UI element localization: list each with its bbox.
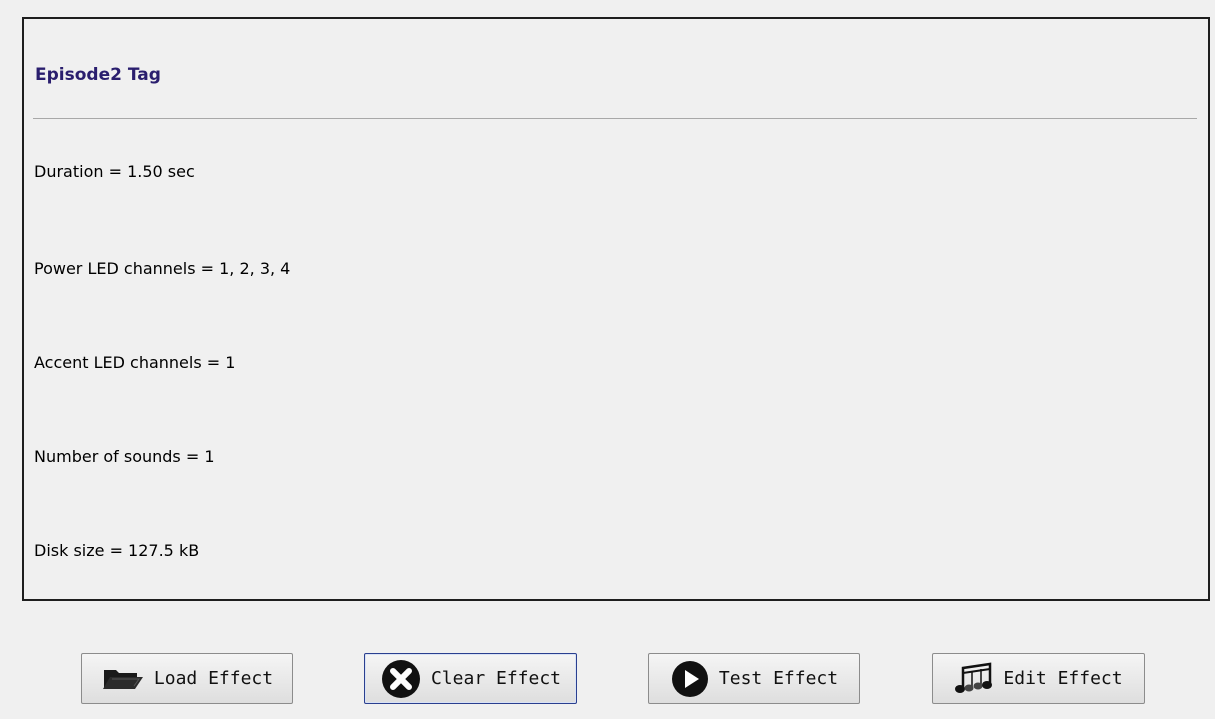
test-effect-button[interactable]: Test Effect (648, 653, 860, 704)
panel-title: Episode2 Tag (35, 65, 161, 85)
accent-led-channels-text: Accent LED channels = 1 (34, 353, 236, 372)
close-circle-icon (380, 658, 422, 700)
load-effect-button[interactable]: Load Effect (81, 653, 293, 704)
number-of-sounds-text: Number of sounds = 1 (34, 447, 215, 466)
effect-info-panel: Episode2 Tag Duration = 1.50 sec Power L… (22, 17, 1210, 601)
duration-text: Duration = 1.50 sec (34, 162, 195, 181)
play-circle-icon (670, 659, 710, 699)
music-notes-icon (954, 662, 994, 696)
load-effect-label: Load Effect (153, 668, 274, 689)
folder-open-icon (101, 666, 145, 692)
edit-effect-button[interactable]: Edit Effect (932, 653, 1145, 704)
edit-effect-label: Edit Effect (1003, 668, 1123, 689)
clear-effect-button[interactable]: Clear Effect (364, 653, 577, 704)
test-effect-label: Test Effect (718, 668, 839, 689)
disk-size-text: Disk size = 127.5 kB (34, 541, 200, 560)
power-led-channels-text: Power LED channels = 1, 2, 3, 4 (34, 259, 291, 278)
title-divider (33, 118, 1197, 119)
clear-effect-label: Clear Effect (430, 668, 562, 689)
